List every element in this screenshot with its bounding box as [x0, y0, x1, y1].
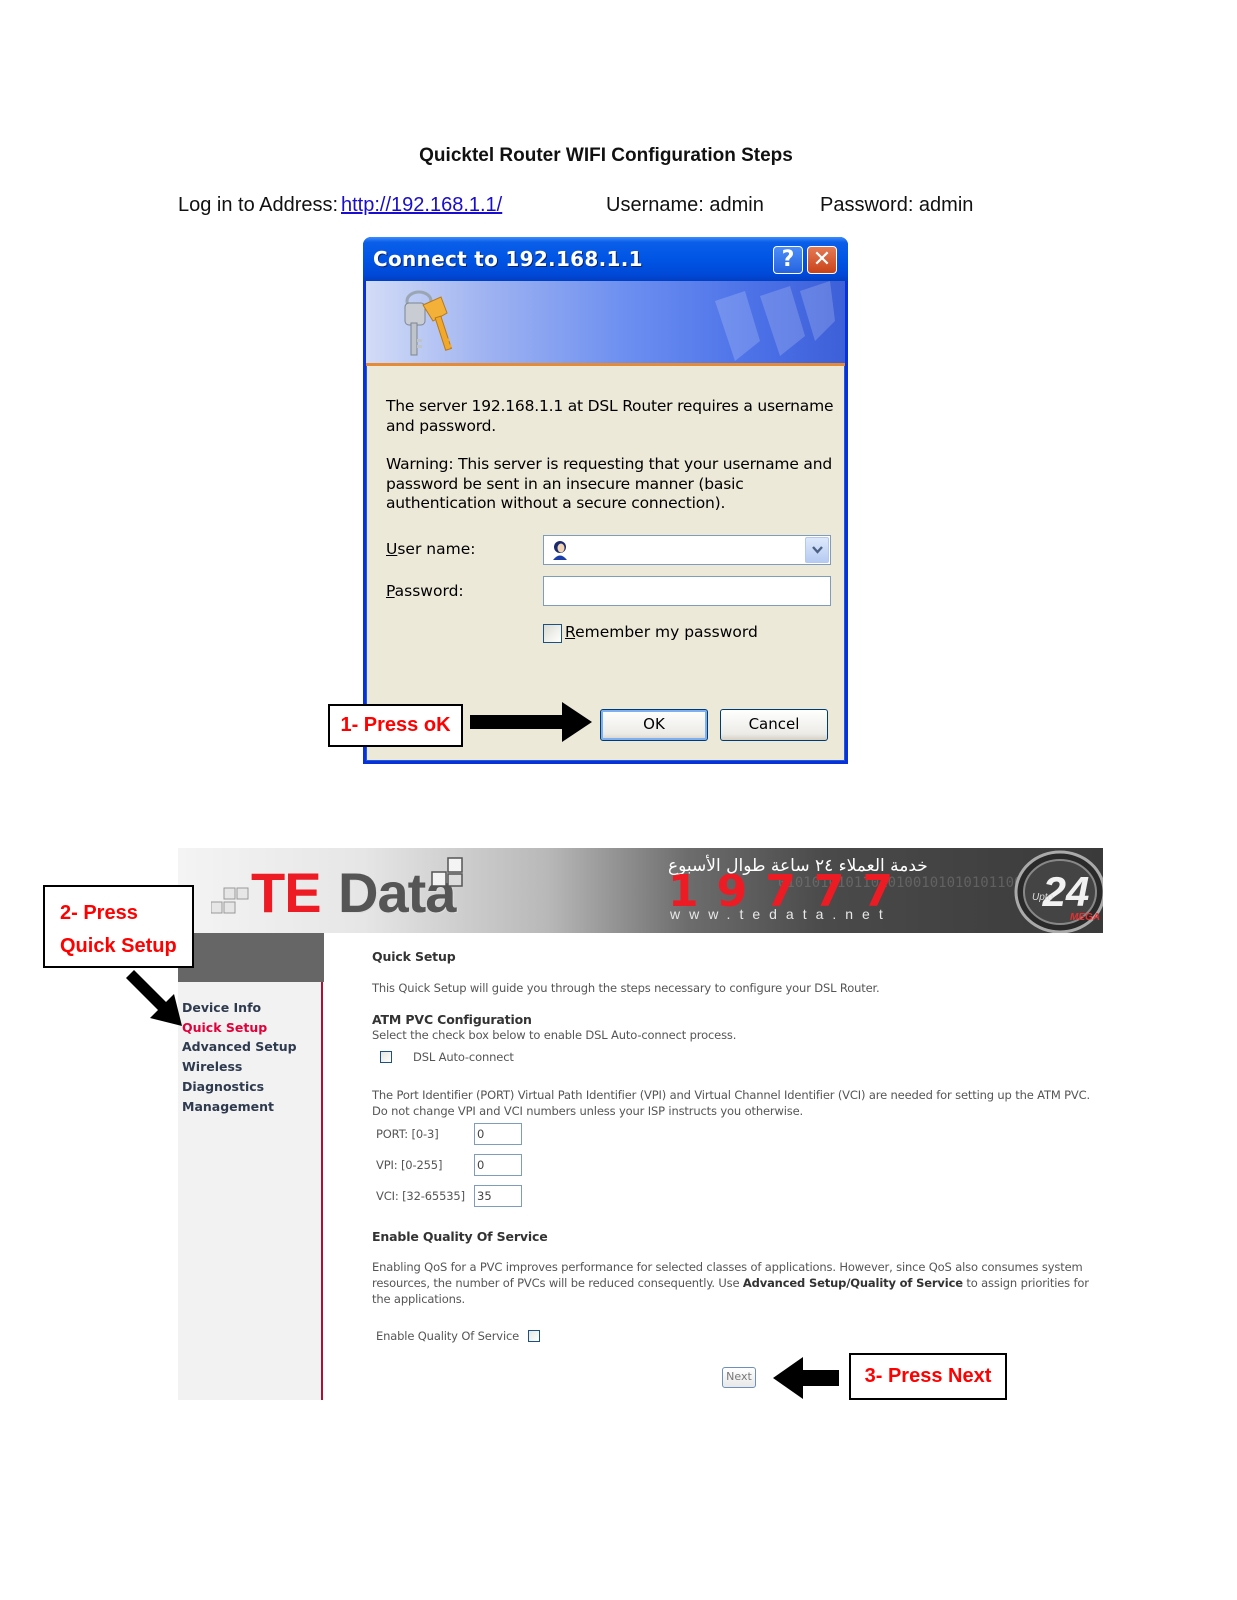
vpi-input[interactable]	[474, 1154, 522, 1176]
dialog-message: The server 192.168.1.1 at DSL Router req…	[386, 397, 834, 435]
document-title: Quicktel Router WIFI Configuration Steps	[419, 145, 793, 166]
nav-device-info[interactable]: Device Info	[182, 998, 297, 1018]
arrow-left-icon	[773, 1357, 841, 1399]
password-instruction: Password: admin	[820, 194, 974, 216]
brand-te: TE	[251, 861, 322, 924]
login-address-label: Log in to Address:	[178, 194, 339, 216]
help-button[interactable]: ?	[773, 246, 803, 274]
step2-callout: 2- Press Quick Setup	[43, 885, 194, 968]
arrow-diagonal-icon	[126, 970, 184, 1028]
nav-wireless[interactable]: Wireless	[182, 1057, 297, 1077]
router-sidebar: Device Info Quick Setup Advanced Setup W…	[178, 982, 323, 1400]
intro-text: This Quick Setup will guide you through …	[372, 981, 880, 995]
step3-callout: 3- Press Next	[849, 1353, 1007, 1400]
dialog-warning: Warning: This server is requesting that …	[386, 455, 832, 512]
nav-quick-setup[interactable]: Quick Setup	[182, 1018, 297, 1038]
dsl-auto-connect-checkbox[interactable]	[380, 1051, 392, 1063]
qos-description-line3: the applications.	[372, 1292, 466, 1306]
vci-label: VCI: [32-65535]	[376, 1189, 465, 1203]
close-button[interactable]: ✕	[807, 246, 837, 274]
close-icon: ✕	[812, 247, 832, 272]
next-button[interactable]: Next	[722, 1367, 756, 1388]
username-dropdown-button[interactable]	[805, 537, 829, 563]
port-input[interactable]	[474, 1123, 522, 1145]
remember-password-checkbox[interactable]	[543, 624, 562, 643]
port-label: PORT: [0-3]	[376, 1127, 439, 1141]
keys-icon	[404, 290, 452, 356]
nav-diagnostics[interactable]: Diagnostics	[182, 1077, 297, 1097]
arrow-right-icon	[470, 702, 594, 742]
step2-line1: 2- Press	[60, 902, 138, 924]
logo-corner-squares-icon	[431, 857, 463, 887]
24-mega-badge-icon: 24 Upto MEGA	[1014, 850, 1103, 933]
remember-password-label[interactable]: Remember my password	[565, 623, 758, 641]
nav-management[interactable]: Management	[182, 1097, 297, 1117]
qos-checkbox-label: Enable Quality Of Service	[376, 1329, 520, 1343]
help-icon: ?	[781, 247, 795, 272]
step2-line2: Quick Setup	[60, 935, 177, 957]
svg-text:Upto: Upto	[1032, 892, 1054, 903]
dialog-titlebar[interactable]: Connect to 192.168.1.1 ? ✕	[363, 237, 848, 281]
svg-text:MEGA: MEGA	[1070, 912, 1100, 923]
pvc-description-line1: The Port Identifier (PORT) Virtual Path …	[372, 1088, 1091, 1102]
username-input[interactable]	[574, 538, 799, 562]
nav-advanced-setup[interactable]: Advanced Setup	[182, 1037, 297, 1057]
router-nav: Device Info Quick Setup Advanced Setup W…	[182, 998, 297, 1116]
dsl-auto-connect-label: DSL Auto-connect	[413, 1050, 514, 1064]
qos-checkbox[interactable]	[528, 1330, 540, 1342]
page-heading: Quick Setup	[372, 949, 456, 964]
login-dialog: Connect to 192.168.1.1 ? ✕ The server 19…	[363, 237, 848, 764]
pvc-description-line2: Do not change VPI and VCI numbers unless…	[372, 1104, 804, 1118]
banner-watermark-icon	[715, 281, 835, 361]
username-combobox[interactable]	[543, 535, 831, 565]
username-instruction: Username: admin	[606, 194, 764, 216]
username-label: User name:	[386, 540, 476, 558]
password-label: Password:	[386, 582, 464, 600]
cancel-button[interactable]: Cancel	[720, 709, 828, 741]
user-icon	[553, 541, 567, 560]
password-input[interactable]	[543, 576, 831, 606]
qos-description-line2: resources, the number of PVCs will be re…	[372, 1276, 1089, 1290]
vci-input[interactable]	[474, 1185, 522, 1207]
router-address-link[interactable]: http://192.168.1.1/	[341, 194, 502, 217]
step1-callout: 1- Press oK	[328, 704, 463, 747]
website-url: www.tedata.net	[670, 906, 892, 922]
qos-description-line1: Enabling QoS for a PVC improves performa…	[372, 1260, 1083, 1274]
router-header-banner: TE Data 010101010110101001010101011001 0…	[178, 848, 1103, 933]
sidebar-header-bar	[178, 933, 324, 982]
chevron-down-icon	[812, 546, 823, 554]
ok-button[interactable]: OK	[600, 709, 708, 741]
dialog-title: Connect to 192.168.1.1	[373, 247, 643, 271]
atm-description: Select the check box below to enable DSL…	[372, 1028, 737, 1042]
dialog-banner	[366, 281, 845, 366]
content-corner	[324, 933, 344, 953]
qos-settings-reference: Advanced Setup/Quality of Service	[742, 1276, 963, 1290]
qos-heading: Enable Quality Of Service	[372, 1229, 548, 1244]
vpi-label: VPI: [0-255]	[376, 1158, 443, 1172]
atm-heading: ATM PVC Configuration	[372, 1012, 532, 1027]
logo-squares-icon	[211, 887, 249, 914]
